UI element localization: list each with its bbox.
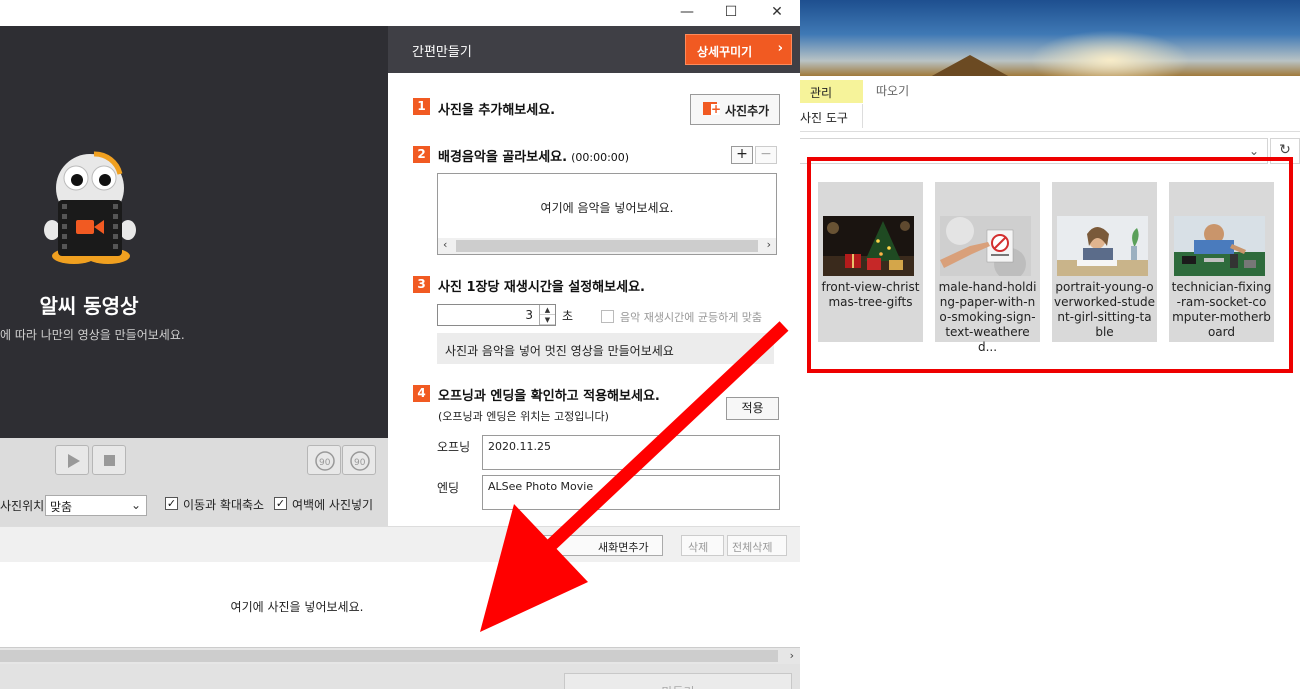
photo-drop-hint: 여기에 사진을 넣어보세요. bbox=[230, 600, 364, 614]
chevron-down-icon[interactable]: ⌄ bbox=[1249, 144, 1259, 158]
detail-decorate-label: 상세꾸미기 bbox=[697, 45, 753, 59]
photo-strip-toolbar: 새화면추가 삭제 전체삭제 bbox=[0, 526, 800, 562]
player-controls: 90 90 사진위치 맞춤 ⌄ ✓ 이동과 확대축소 ✓ 여백에 사진넣기 bbox=[0, 438, 388, 526]
rotate-right-button[interactable]: 90 bbox=[342, 445, 376, 475]
minimize-button[interactable]: — bbox=[664, 0, 710, 26]
play-icon bbox=[68, 454, 80, 468]
panel-title: 간편만들기 bbox=[412, 45, 472, 60]
tab-manage[interactable]: 관리 bbox=[800, 80, 863, 103]
music-scrollbar[interactable]: ‹ › bbox=[438, 238, 776, 254]
opening-label: 오프닝 bbox=[437, 440, 471, 454]
tab-extract[interactable]: 따오기 bbox=[876, 82, 909, 99]
step-4-number: 4 bbox=[413, 385, 430, 402]
app-name: 알씨 동영상 bbox=[39, 294, 139, 318]
ending-input[interactable]: ALSee Photo Movie bbox=[482, 475, 780, 510]
detail-decorate-button[interactable]: 상세꾸미기 › bbox=[685, 34, 792, 65]
fill-margin-checkbox[interactable]: ✓ bbox=[274, 497, 287, 510]
duration-spinner[interactable]: ▲ ▼ bbox=[539, 305, 555, 325]
title-bar: — ☐ ✕ bbox=[0, 0, 800, 26]
spin-up-icon[interactable]: ▲ bbox=[540, 305, 555, 315]
chevron-down-icon: ⌄ bbox=[130, 498, 141, 512]
add-blank-screen-label: 새화면추가 bbox=[598, 541, 649, 554]
panel-header: 간편만들기 상세꾸미기 › bbox=[388, 26, 800, 73]
rotate-left-button[interactable]: 90 bbox=[307, 445, 341, 475]
close-button[interactable]: ✕ bbox=[754, 0, 800, 26]
opening-input[interactable]: 2020.11.25 bbox=[482, 435, 780, 470]
svg-text:90: 90 bbox=[319, 458, 331, 468]
music-duration: (00:00:00) bbox=[571, 151, 630, 164]
photo-position-value: 맞춤 bbox=[50, 500, 73, 514]
quick-create-panel: 간편만들기 상세꾸미기 › 1 사진을 추가해보세요. 사진추가 2 배경음악을… bbox=[388, 26, 800, 526]
step-3-title: 사진 1장당 재생시간을 설정해보세요. bbox=[438, 280, 645, 295]
photo-strip-scrollbar[interactable]: › bbox=[0, 648, 800, 664]
move-zoom-label: 이동과 확대축소 bbox=[183, 498, 265, 512]
explorer-ribbon: 관리 사진 도구 따오기 bbox=[800, 76, 1300, 132]
add-photo-icon bbox=[703, 102, 720, 115]
scroll-right-icon[interactable]: › bbox=[790, 649, 794, 662]
tab-picture-tools[interactable]: 사진 도구 bbox=[800, 104, 863, 128]
add-music-button[interactable]: + bbox=[731, 146, 753, 164]
video-preview: 알씨 동영상 에 따라 나만의 영상을 만들어보세요. bbox=[0, 26, 388, 438]
make-video-button[interactable]: 만들기 bbox=[564, 673, 792, 689]
app-description: 에 따라 나만의 영상을 만들어보세요. bbox=[0, 328, 185, 342]
photo-position-select[interactable]: 맞춤 ⌄ bbox=[45, 495, 147, 516]
scroll-right-icon[interactable]: › bbox=[767, 238, 771, 251]
step-4-note: (오프닝과 엔딩은 위치는 고정입니다) bbox=[438, 410, 609, 423]
chevron-right-icon: › bbox=[777, 41, 783, 56]
remove-music-button[interactable]: − bbox=[755, 146, 777, 164]
delete-all-button[interactable]: 전체삭제 bbox=[727, 535, 787, 556]
photo-position-label: 사진위치 bbox=[0, 499, 45, 513]
photo-drop-area[interactable]: 여기에 사진을 넣어보세요. bbox=[0, 562, 800, 648]
desktop-wallpaper bbox=[800, 0, 1300, 76]
dialog-footer: 만들기 bbox=[0, 664, 800, 689]
step-2-number: 2 bbox=[413, 146, 430, 163]
delete-label: 삭제 bbox=[688, 541, 709, 554]
add-photo-button[interactable]: 사진추가 bbox=[690, 94, 780, 125]
alsee-mascot-logo bbox=[44, 148, 136, 274]
fit-music-checkbox[interactable] bbox=[601, 310, 614, 323]
stop-button[interactable] bbox=[92, 445, 126, 475]
step-3-number: 3 bbox=[413, 276, 430, 293]
fill-margin-label: 여백에 사진넣기 bbox=[292, 498, 374, 512]
stop-icon bbox=[104, 455, 115, 466]
alsee-video-dialog: — ☐ ✕ 알씨 동영상 에 따라 나만의 영상을 만들어보세요. 90 90 … bbox=[0, 0, 800, 689]
add-photo-label: 사진추가 bbox=[725, 104, 770, 118]
ending-label: 엔딩 bbox=[437, 481, 460, 495]
step-4-title: 오프닝과 엔딩을 확인하고 적용해보세요. bbox=[438, 389, 660, 404]
step-1-number: 1 bbox=[413, 98, 430, 115]
duration-hint: 사진과 음악을 넣어 멋진 영상을 만들어보세요 bbox=[437, 333, 774, 364]
maximize-button[interactable]: ☐ bbox=[708, 0, 754, 26]
highlight-box bbox=[807, 157, 1293, 373]
svg-text:90: 90 bbox=[354, 458, 366, 468]
step-1-title: 사진을 추가해보세요. bbox=[438, 103, 556, 118]
spin-down-icon[interactable]: ▼ bbox=[540, 315, 555, 325]
delete-button[interactable]: 삭제 bbox=[681, 535, 724, 556]
music-drop-hint: 여기에 음악을 넣어보세요. bbox=[540, 201, 674, 215]
step-2-title-text: 배경음악을 골라보세요. bbox=[438, 150, 568, 165]
duration-unit: 초 bbox=[562, 309, 574, 323]
fit-music-label: 음악 재생시간에 균등하게 맞춤 bbox=[620, 311, 763, 324]
step-2-title: 배경음악을 골라보세요. (00:00:00) bbox=[438, 146, 629, 165]
music-drop-area[interactable]: 여기에 음악을 넣어보세요. ‹ › bbox=[437, 173, 777, 255]
scroll-left-icon[interactable]: ‹ bbox=[443, 238, 447, 251]
play-button[interactable] bbox=[55, 445, 89, 475]
move-zoom-checkbox[interactable]: ✓ bbox=[165, 497, 178, 510]
delete-all-label: 전체삭제 bbox=[732, 541, 773, 554]
add-blank-screen-button[interactable]: 새화면추가 bbox=[515, 535, 663, 556]
apply-button[interactable]: 적용 bbox=[726, 397, 779, 420]
